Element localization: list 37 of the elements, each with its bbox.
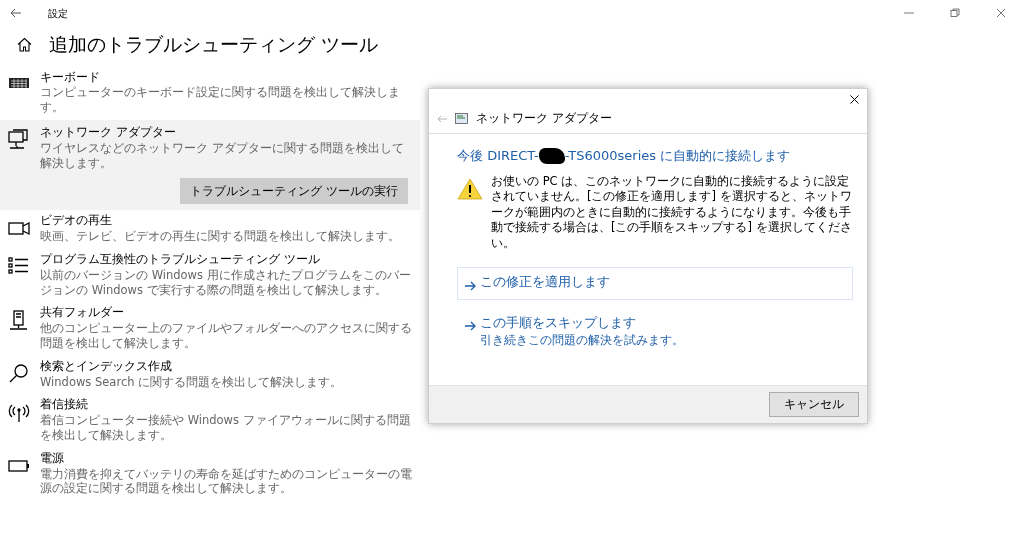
troubleshooter-description: ワイヤレスなどのネットワーク アダプターに関する問題を検出して解決します。	[40, 140, 405, 171]
troubleshooter-link[interactable]: 検索とインデックス作成	[40, 358, 412, 375]
troubleshooter-description: Windows Search に関する問題を検出して解決します。	[40, 374, 344, 390]
troubleshooter-link[interactable]: キーボード	[40, 69, 412, 86]
troubleshooter-description: 電力消費を抑えてバッテリの寿命を延ばすためのコンピューターの電源の設定に関する問題を検出して解決します。	[40, 466, 412, 497]
option-description: 引き続きこの問題の解決を試みます。	[480, 332, 684, 350]
troubleshooter-link[interactable]: 共有フォルダー	[40, 305, 412, 322]
troubleshooter-description: 着信コンピューター接続や Windows ファイアウォールに関する問題を検出して解決します。	[40, 413, 412, 443]
heading-text: 今後 DIRECT-	[457, 147, 539, 166]
run-troubleshooter-button[interactable]: トラブルシューティング ツールの実行	[180, 178, 408, 205]
heading-text: -TS6000series に自動的に接続します	[564, 147, 791, 166]
network-adapter-icon	[455, 113, 468, 125]
troubleshooter-description: コンピューターのキーボード設定に関する問題を検出して解決します。	[40, 85, 401, 115]
restore-icon[interactable]	[950, 8, 960, 18]
troubleshooter-link[interactable]: 着信接続	[40, 397, 412, 414]
window-title: 設定	[48, 6, 68, 21]
network-icon	[8, 129, 30, 150]
troubleshooter-description: 他のコンピューター上のファイルやフォルダーへのアクセスに関する問題を検出して解決します。	[40, 321, 412, 351]
dialog-title: ネットワーク アダプター	[476, 110, 612, 127]
warning-message: お使いの PC は、このネットワークに自動的に接続するように設定されていません。[この修正を適用します] を選択すると、ネットワークが範囲内のときに自動的に接続するようになります。今後も手動で接続する場合は、[この手順をスキップする] を選択してください。	[491, 173, 853, 252]
back-arrow-icon[interactable]	[10, 8, 22, 18]
troubleshooter-description: 映画、テレビ、ビデオの再生に関する問題を検出して解決します。	[40, 229, 401, 244]
warning-icon	[457, 177, 483, 200]
list-icon	[8, 256, 30, 277]
close-icon[interactable]	[850, 95, 859, 104]
troubleshooter-title: ネットワーク アダプター	[40, 124, 177, 141]
troubleshooter-link[interactable]: プログラム互換性のトラブルシューティング ツール	[40, 251, 412, 268]
troubleshooter-description: 以前のバージョンの Windows 用に作成されたプログラムをこのバージョンの Windows で実行する際の問題を検出して解決します。	[40, 267, 412, 298]
shared-computer-icon	[8, 309, 30, 330]
troubleshooter-link[interactable]: 電源	[40, 450, 412, 467]
home-icon[interactable]	[17, 36, 32, 52]
troubleshooter-link[interactable]: ビデオの再生	[40, 213, 412, 230]
page-title: 追加のトラブルシューティング ツール	[49, 32, 379, 57]
option-button[interactable]: この修正を適用します	[457, 267, 853, 300]
selected-troubleshooter-panel[interactable]: ネットワーク アダプター ワイヤレスなどのネットワーク アダプターに関する問題を検出して解決します。 トラブルシューティング ツールの実行	[0, 119, 420, 211]
search-icon	[8, 363, 30, 384]
cancel-button[interactable]: キャンセル	[769, 391, 859, 417]
